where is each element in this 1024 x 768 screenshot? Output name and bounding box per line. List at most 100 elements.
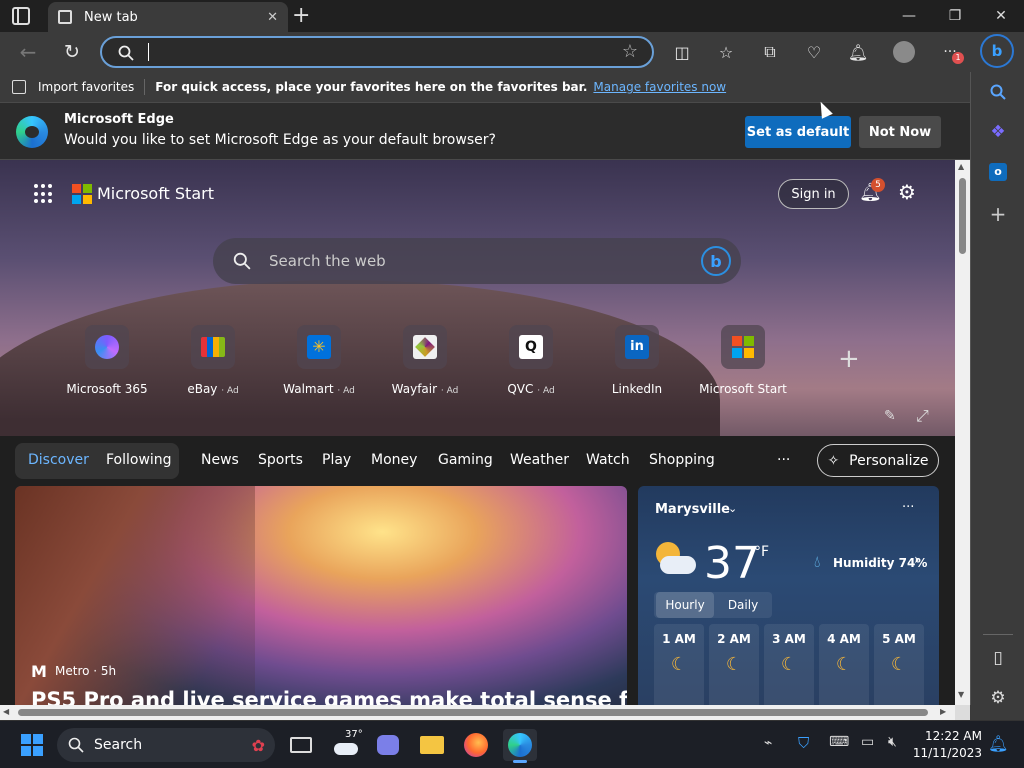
web-search-box[interactable]: Search the web b bbox=[213, 238, 741, 284]
notification-center-icon[interactable]: 🔔︎ bbox=[988, 734, 1008, 753]
location-chevron-icon[interactable]: ⌄ bbox=[728, 502, 737, 515]
nav-news[interactable]: News bbox=[201, 452, 239, 468]
scroll-left-arrow-icon[interactable]: ◀ bbox=[3, 707, 9, 716]
sidebar-divider bbox=[983, 634, 1013, 635]
nav-more-icon[interactable]: ··· bbox=[777, 452, 790, 468]
firefox-icon[interactable] bbox=[459, 729, 493, 761]
nav-sports[interactable]: Sports bbox=[258, 452, 303, 468]
nav-gaming[interactable]: Gaming bbox=[438, 452, 493, 468]
import-favorites-link[interactable]: Import favorites bbox=[38, 80, 134, 94]
app-launcher-icon[interactable] bbox=[34, 184, 54, 204]
favorites-bar: Import favorites For quick access, place… bbox=[0, 72, 970, 102]
sidebar-search-icon[interactable] bbox=[984, 78, 1012, 106]
address-bar[interactable]: ☆ bbox=[100, 36, 654, 68]
nav-money[interactable]: Money bbox=[371, 452, 417, 468]
volume-muted-icon[interactable]: 🔇︎ bbox=[888, 734, 897, 750]
copilot-icon[interactable]: b bbox=[980, 34, 1014, 68]
scroll-down-arrow-icon[interactable]: ▼ bbox=[958, 690, 964, 699]
tab-discover[interactable]: Discover bbox=[28, 452, 89, 468]
tab-close-icon[interactable]: ✕ bbox=[267, 10, 278, 25]
tab-hourly[interactable]: Hourly bbox=[656, 592, 714, 618]
minimize-button[interactable]: — bbox=[886, 0, 932, 32]
tab-daily[interactable]: Daily bbox=[716, 592, 770, 618]
tab-actions-icon[interactable] bbox=[12, 7, 30, 25]
browser-essentials-icon[interactable]: ♡ bbox=[800, 38, 828, 66]
expand-icon[interactable]: ⤢ bbox=[916, 406, 929, 426]
search-highlight-icon: ✿ bbox=[251, 735, 265, 755]
edge-taskbar-icon[interactable] bbox=[503, 729, 537, 763]
clock-time[interactable]: 12:22 AM bbox=[920, 729, 982, 743]
scroll-up-arrow-icon[interactable]: ▲ bbox=[958, 162, 964, 171]
hide-sidebar-icon[interactable]: ▯ bbox=[984, 644, 1012, 672]
start-button[interactable] bbox=[15, 729, 49, 761]
quick-link-microsoft-start[interactable]: Microsoft Start bbox=[693, 325, 793, 396]
keyboard-icon[interactable]: ⌨ bbox=[829, 734, 849, 750]
web-search-icon bbox=[233, 252, 251, 270]
personalize-button[interactable]: ✧ Personalize bbox=[817, 444, 939, 477]
back-icon[interactable]: ← bbox=[14, 38, 42, 66]
outlook-icon[interactable]: o bbox=[984, 158, 1012, 186]
weather-card[interactable]: Marysville ⌄ ··· 37 °F 💧︎ Humidity 74% ›… bbox=[638, 486, 939, 705]
weather-more-icon[interactable]: ··· bbox=[902, 500, 914, 515]
task-view-icon[interactable] bbox=[284, 729, 318, 761]
temperature-unit[interactable]: °F bbox=[754, 544, 769, 560]
refresh-icon[interactable]: ↻ bbox=[58, 38, 86, 66]
humidity-chevron-icon[interactable]: › bbox=[914, 552, 920, 568]
copilot-sidebar-icon[interactable]: ❖ bbox=[984, 118, 1012, 146]
vertical-scrollbar[interactable]: ▲ ▼ bbox=[955, 160, 970, 705]
page-settings-icon[interactable]: ⚙ bbox=[898, 180, 916, 204]
scroll-right-arrow-icon[interactable]: ▶ bbox=[940, 707, 946, 716]
web-search-input[interactable]: Search the web bbox=[269, 252, 386, 270]
news-source: Metro bbox=[55, 664, 90, 678]
nav-watch[interactable]: Watch bbox=[586, 452, 630, 468]
tab-following[interactable]: Following bbox=[106, 452, 172, 468]
clock-date[interactable]: 11/11/2023 bbox=[912, 746, 982, 760]
new-tab-button[interactable]: + bbox=[292, 3, 310, 28]
news-headline[interactable]: PS5 Pro and live service games make tota… bbox=[31, 688, 627, 705]
restore-button[interactable]: ❐ bbox=[932, 0, 978, 32]
collections-icon[interactable]: ⧉ bbox=[756, 38, 784, 66]
vertical-scroll-thumb[interactable] bbox=[959, 178, 966, 254]
news-card[interactable]: M Metro · 5h PS5 Pro and live service ga… bbox=[15, 486, 627, 705]
taskbar-search[interactable]: Search ✿ bbox=[57, 728, 275, 762]
split-screen-icon[interactable]: ◫ bbox=[668, 38, 696, 66]
page-icon bbox=[58, 10, 72, 24]
horizontal-scrollbar[interactable]: ◀ ▶ bbox=[0, 705, 955, 720]
close-button[interactable]: ✕ bbox=[978, 0, 1024, 32]
notifications-icon[interactable]: 🔔︎ bbox=[844, 38, 872, 66]
quick-link-walmart[interactable]: ✳ Walmart · Ad bbox=[269, 325, 369, 396]
quick-link-wayfair[interactable]: Wayfair · Ad bbox=[375, 325, 475, 396]
quick-link-linkedin[interactable]: in LinkedIn bbox=[587, 325, 687, 396]
set-as-default-button[interactable]: Set as default bbox=[745, 116, 851, 148]
add-sidebar-app-icon[interactable]: + bbox=[984, 200, 1012, 228]
nav-shopping[interactable]: Shopping bbox=[649, 452, 715, 468]
brand-title[interactable]: Microsoft Start bbox=[97, 184, 214, 203]
profile-avatar[interactable] bbox=[890, 38, 918, 66]
favorite-star-icon[interactable]: ☆ bbox=[622, 41, 638, 62]
nav-play[interactable]: Play bbox=[322, 452, 351, 468]
add-quick-link-icon[interactable]: + bbox=[838, 344, 860, 374]
quick-link-qvc[interactable]: Q QVC · Ad bbox=[481, 325, 581, 396]
import-icon[interactable] bbox=[12, 80, 26, 94]
manage-favorites-link[interactable]: Manage favorites now bbox=[593, 80, 726, 94]
network-icon[interactable]: ⌁ bbox=[764, 735, 772, 751]
address-input[interactable] bbox=[148, 43, 149, 61]
favorites-icon[interactable]: ☆ bbox=[712, 38, 740, 66]
sign-in-button[interactable]: Sign in bbox=[778, 179, 849, 209]
file-explorer-icon[interactable] bbox=[415, 729, 449, 761]
weather-location[interactable]: Marysville bbox=[655, 502, 730, 517]
display-icon[interactable]: ▭ bbox=[861, 734, 874, 750]
bing-icon[interactable]: b bbox=[701, 246, 731, 276]
scrollbar-corner bbox=[955, 705, 970, 720]
teams-chat-icon[interactable] bbox=[371, 729, 405, 761]
walmart-icon: ✳ bbox=[297, 325, 341, 369]
horizontal-scroll-thumb[interactable] bbox=[18, 709, 928, 716]
not-now-button[interactable]: Not Now bbox=[859, 116, 941, 148]
security-icon[interactable]: ⛉ bbox=[798, 734, 809, 752]
tab-new-tab[interactable]: New tab ✕ bbox=[48, 2, 288, 32]
quick-link-ebay[interactable]: eBay · Ad bbox=[163, 325, 263, 396]
quick-link-microsoft-365[interactable]: Microsoft 365 bbox=[57, 325, 157, 396]
hourly-forecast-1am: 1 AM ☾ bbox=[654, 624, 704, 705]
nav-weather[interactable]: Weather bbox=[510, 452, 569, 468]
edit-background-icon[interactable]: ✎ bbox=[884, 408, 896, 424]
